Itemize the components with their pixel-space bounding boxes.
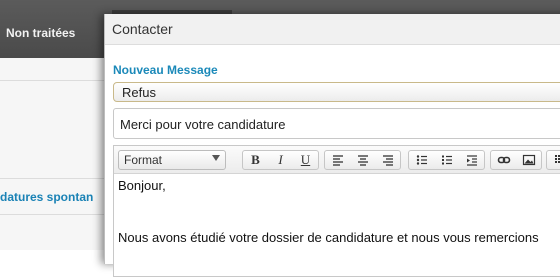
- editor-body-text: Nous avons étudié votre dossier de candi…: [118, 230, 539, 245]
- template-select[interactable]: Refus: [113, 82, 560, 102]
- divider: [0, 214, 104, 215]
- align-right-icon: [381, 153, 395, 167]
- editor-toolbar: Format B I U: [114, 146, 560, 174]
- chevron-down-icon: [212, 155, 220, 161]
- align-center-button[interactable]: [350, 151, 375, 169]
- underline-button[interactable]: U: [293, 151, 318, 169]
- text-style-group: B I U: [242, 150, 319, 170]
- italic-button[interactable]: I: [268, 151, 293, 169]
- list-group: [408, 150, 485, 170]
- divider: [0, 80, 104, 81]
- subject-input-value: Merci pour votre candidature: [120, 117, 285, 132]
- dialog-title: Contacter: [112, 21, 173, 37]
- dialog-title-bar: Contacter: [105, 14, 560, 45]
- format-select[interactable]: Format: [118, 150, 226, 170]
- table-icon: [553, 153, 560, 167]
- image-button[interactable]: [516, 151, 541, 169]
- background-section-link[interactable]: datures spontan: [0, 190, 93, 204]
- numbered-list-button[interactable]: [434, 151, 459, 169]
- rich-text-editor[interactable]: Format B I U: [113, 145, 560, 277]
- bulleted-list-button[interactable]: [409, 151, 434, 169]
- numbered-list-icon: [440, 153, 454, 167]
- bulleted-list-icon: [415, 153, 429, 167]
- insert-group: [490, 150, 542, 170]
- contact-dialog: Contacter Nouveau Message Refus Merci po…: [104, 14, 560, 264]
- link-icon: [497, 153, 511, 167]
- table-button[interactable]: [547, 151, 560, 169]
- editor-greeting: Bonjour,: [118, 178, 166, 193]
- tab-non-traitees[interactable]: Non traitées: [6, 26, 75, 40]
- bold-button[interactable]: B: [243, 151, 268, 169]
- template-select-value: Refus: [122, 85, 156, 100]
- indent-icon: [465, 153, 479, 167]
- format-select-label: Format: [124, 153, 162, 167]
- alignment-group: [324, 150, 401, 170]
- link-button[interactable]: [491, 151, 516, 169]
- align-left-icon: [331, 153, 345, 167]
- image-icon: [522, 153, 536, 167]
- align-left-button[interactable]: [325, 151, 350, 169]
- subject-input[interactable]: Merci pour votre candidature: [113, 108, 560, 139]
- new-message-label: Nouveau Message: [113, 63, 218, 77]
- align-center-icon: [356, 153, 370, 167]
- align-right-button[interactable]: [375, 151, 400, 169]
- divider: [0, 178, 104, 179]
- indent-button[interactable]: [459, 151, 484, 169]
- table-group: [546, 150, 560, 170]
